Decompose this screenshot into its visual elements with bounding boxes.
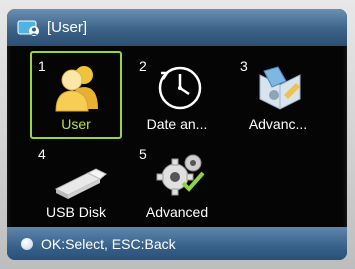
title-bar: [User] [7,9,347,46]
usb-drive-icon [54,168,107,199]
menu-tile-date-time[interactable]: 2 Date an... [131,51,223,139]
tile-number: 2 [139,58,147,74]
clock-icon [158,66,202,110]
settings-book-icon [259,66,301,110]
status-indicator-icon [21,237,33,250]
tile-number: 3 [240,58,248,74]
menu-tile-user[interactable]: 1 User [30,51,122,139]
status-bar: OK:Select, ESC:Back [7,227,347,260]
user-icon [55,66,98,112]
tile-number: 4 [38,146,46,162]
tile-label: Advanc... [248,116,308,132]
gear-icon [156,154,205,196]
tile-label: Advanced [145,204,209,220]
tile-number: 1 [38,58,46,74]
status-text: OK:Select, ESC:Back [41,235,176,252]
tile-label: USB Disk [46,204,106,220]
device-screen: [User] 1 User 2 Date an... 3 Advanc... 4… [7,9,347,260]
tile-label: User [61,116,91,132]
menu-grid: 1 User 2 Date an... 3 Advanc... 4 USB Di… [7,46,347,226]
menu-tile-advanced-settings[interactable]: 3 Advanc... [232,51,324,139]
user-menu-icon [17,20,39,36]
page-title: [User] [47,19,88,36]
tile-label: Date an... [146,116,208,132]
menu-tile-advanced[interactable]: 5 Advanced [131,139,223,227]
tile-number: 5 [139,146,147,162]
menu-tile-usb-disk[interactable]: 4 USB Disk [30,139,122,227]
